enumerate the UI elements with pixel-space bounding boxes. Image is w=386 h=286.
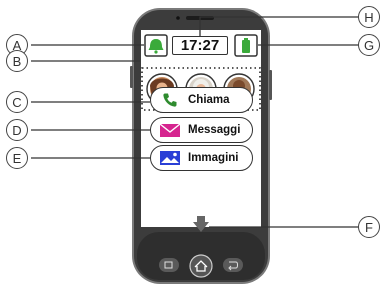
battery-icon (234, 34, 258, 57)
callout-e: E (6, 147, 28, 169)
side-button-left (130, 66, 133, 88)
clock-widget: 17:27 (172, 36, 228, 55)
camera-dot (176, 16, 180, 20)
clock-time: 17:27 (180, 37, 220, 54)
callout-g: G (358, 34, 380, 56)
callout-c: C (6, 91, 28, 113)
call-button[interactable]: Chiama (150, 87, 253, 113)
arrow-down-stem (197, 216, 205, 223)
side-button-right (269, 70, 272, 100)
bell-icon (144, 34, 168, 57)
picture-icon (158, 148, 182, 168)
callout-h: H (358, 6, 380, 28)
phone-diagram: 17:27 Chiama Messaggi Immagini A B C D E… (0, 0, 386, 286)
phone-icon (158, 90, 182, 110)
pictures-button-label: Immagini (188, 152, 239, 164)
pictures-button[interactable]: Immagini (150, 145, 253, 171)
home-button[interactable] (189, 254, 213, 278)
messages-button[interactable]: Messaggi (150, 117, 253, 143)
callout-b: B (6, 50, 28, 72)
messages-button-label: Messaggi (188, 124, 241, 136)
call-button-label: Chiama (188, 94, 230, 106)
callout-f: F (358, 216, 380, 238)
envelope-icon (158, 120, 182, 140)
callout-d: D (6, 119, 28, 141)
